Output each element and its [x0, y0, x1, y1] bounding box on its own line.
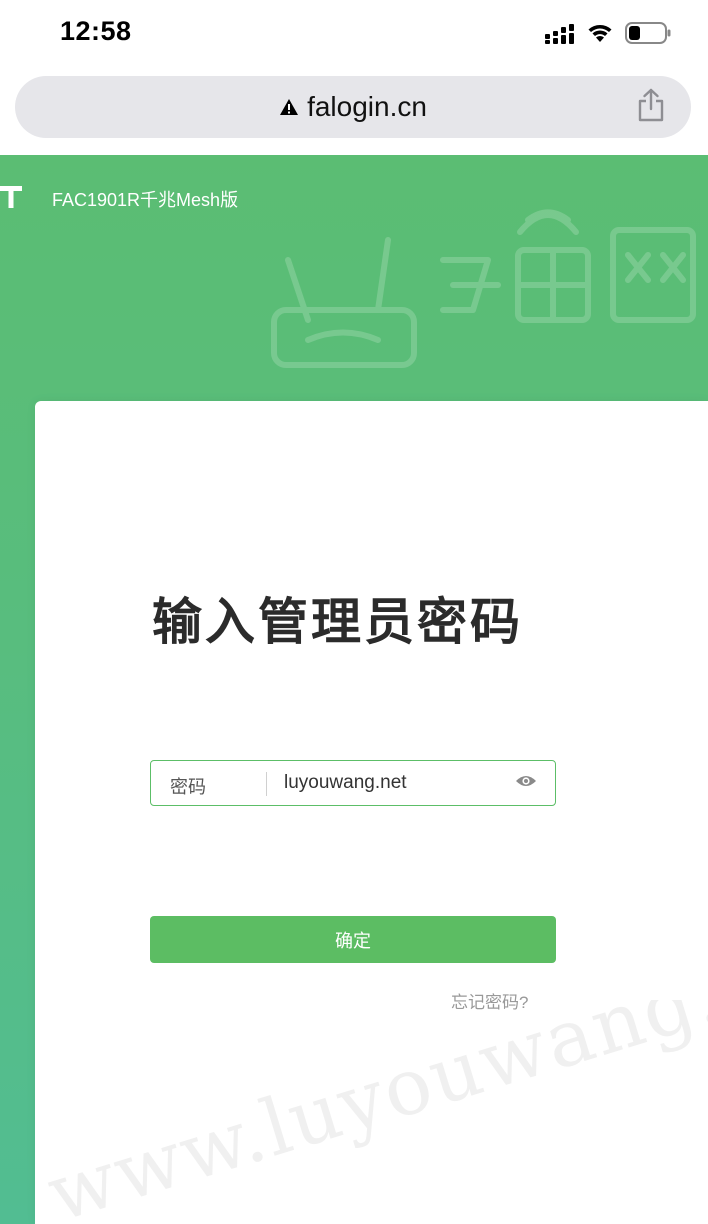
wifi-icon — [588, 25, 612, 42]
model-name: FAC1901R千兆Mesh版 — [52, 190, 239, 210]
confirm-button[interactable]: 确定 — [150, 916, 556, 963]
watermark-logo-icon — [271, 209, 696, 368]
brand-logo-icon — [0, 186, 22, 208]
battery-icon — [625, 22, 671, 44]
forgot-password-link[interactable]: 忘记密码? — [451, 988, 528, 1013]
field-divider — [266, 772, 267, 796]
address-bar[interactable]: falogin.cn — [15, 76, 691, 138]
password-label: 密码 — [170, 777, 206, 797]
url-text: falogin.cn — [307, 91, 427, 122]
status-bar: 12:58 — [0, 0, 708, 66]
password-input[interactable] — [284, 769, 504, 797]
password-field[interactable]: 密码 — [150, 760, 556, 806]
warning-triangle-icon — [280, 99, 299, 115]
share-icon[interactable] — [637, 88, 665, 122]
page-title: 输入管理员密码 — [152, 594, 523, 650]
status-time: 12:58 — [60, 16, 132, 46]
show-password-eye-icon[interactable] — [515, 773, 537, 789]
login-card — [35, 401, 708, 1224]
cellular-signal-icon — [545, 24, 574, 44]
